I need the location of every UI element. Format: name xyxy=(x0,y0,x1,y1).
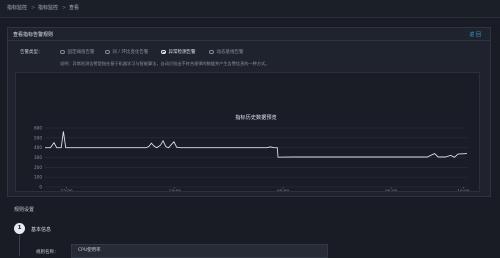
page-title: 查看指标告警规则 xyxy=(13,32,54,38)
alarm-type-label: 告警类型： xyxy=(20,50,43,55)
radio-label: 动态基线告警 xyxy=(216,50,244,55)
series-line xyxy=(45,131,468,158)
back-button[interactable]: 返 回 xyxy=(469,31,481,38)
x-tick-time-label: 06:00 xyxy=(385,189,397,191)
x-tick-time-label: 18:00 xyxy=(169,189,181,191)
radio-label: 同 / 环比变化告警 xyxy=(112,50,149,55)
y-tick-label: 500 xyxy=(34,135,42,140)
y-tick-label: 200 xyxy=(34,165,42,170)
y-tick-label: 400 xyxy=(34,145,42,150)
radio-unchecked-icon xyxy=(105,49,110,55)
breadcrumb-bar: 指标监控 > 指标监控 > 查看 xyxy=(0,0,500,18)
radio-label: 固定阈值告警 xyxy=(67,50,95,55)
radio-unchecked-icon xyxy=(209,49,214,55)
radio-period-change[interactable]: 同 / 环比变化告警 xyxy=(105,48,148,56)
panel-header: 查看指标告警规则 返 回 xyxy=(8,28,490,41)
breadcrumb-separator: > xyxy=(62,5,67,11)
breadcrumb-separator: > xyxy=(31,5,36,11)
radio-label: 异常检测告警 xyxy=(168,50,196,55)
y-tick-label: 0 xyxy=(39,185,42,190)
alarm-type-description: 说明：异常检测告警是指在基于机器学习与智能算法，自动识别出不符合规律的数据并产生… xyxy=(60,61,270,66)
step-connector-line xyxy=(19,235,20,256)
chart-svg: 指标历史数据预览 0 100 200 300 400 500 600 12:00 18:00 00:… xyxy=(34,113,470,191)
breadcrumb-item-metric-monitor-2[interactable]: 指标监控 xyxy=(38,0,58,17)
radio-anomaly-detection[interactable]: 异常检测告警 xyxy=(161,48,196,56)
rule-settings-title: 规则设置 xyxy=(14,207,35,213)
x-tick-time-label: 00:00 xyxy=(277,189,289,191)
alarm-rule-panel: 查看指标告警规则 返 回 告警类型： 固定阈值告警 同 / 环比变化告警 异常检… xyxy=(7,27,491,197)
y-tick-label: 100 xyxy=(34,175,42,180)
rule-name-label: 规则名称： xyxy=(36,250,59,255)
radio-checked-icon xyxy=(161,49,166,55)
breadcrumb-item-view: 查看 xyxy=(69,5,80,11)
radio-dynamic-baseline[interactable]: 动态基线告警 xyxy=(209,48,244,56)
radio-unchecked-icon xyxy=(60,49,65,55)
metric-history-chart: 指标历史数据预览 0 100 200 300 400 500 600 12:00 18:00 00:… xyxy=(15,72,480,192)
x-tick-time-label: 12:00 xyxy=(61,189,73,191)
step-title: 基本信息 xyxy=(31,227,52,233)
x-tick-time-label: 10:00 xyxy=(457,189,469,191)
y-tick-label: 300 xyxy=(34,155,42,160)
breadcrumb-item-metric-monitor[interactable]: 指标监控 xyxy=(7,0,27,17)
chart-title: 指标历史数据预览 xyxy=(235,113,277,121)
radio-fixed-threshold[interactable]: 固定阈值告警 xyxy=(60,48,95,56)
step-number-badge: 1 xyxy=(14,223,25,234)
y-tick-label: 600 xyxy=(34,126,42,131)
alarm-type-row: 告警类型： 固定阈值告警 同 / 环比变化告警 异常检测告警 动态基线告警 xyxy=(8,47,490,57)
